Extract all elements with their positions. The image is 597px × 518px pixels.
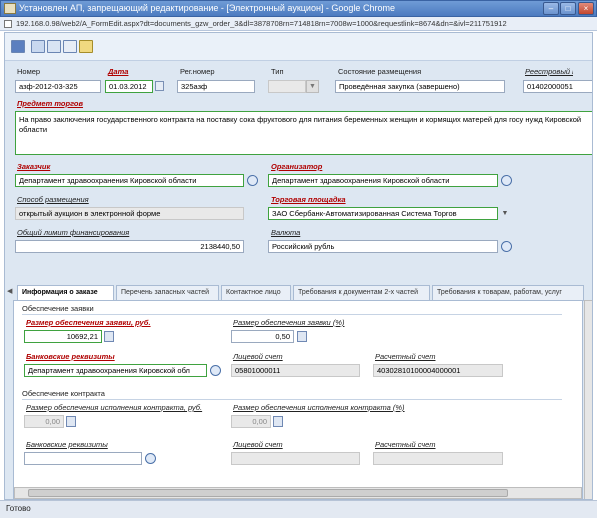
nomer-field[interactable]: азф-2012-03-325 bbox=[15, 80, 101, 93]
chevron-down-icon[interactable]: ▼ bbox=[499, 207, 511, 220]
calculator-icon[interactable] bbox=[273, 416, 283, 427]
ras-schet-field: 40302810100004000001 bbox=[373, 364, 503, 377]
k-lic-label: Лицевой счет bbox=[233, 440, 283, 449]
sostoyanie-label: Состояние размещения bbox=[338, 67, 422, 76]
page-content: Номер азф-2012-03-325 Дата 01.03.2012 Ре… bbox=[4, 32, 593, 500]
status-bar: Готово bbox=[0, 500, 597, 518]
data-label: Дата bbox=[108, 67, 129, 76]
lic-schet-label: Лицевой счет bbox=[233, 352, 283, 361]
k-razmer-pct-field: 0,00 bbox=[231, 415, 271, 428]
page-icon bbox=[4, 20, 12, 28]
window-title: Установлен АП, запрещающий редактировани… bbox=[19, 3, 395, 13]
regnomer-field[interactable]: 325азф bbox=[177, 80, 255, 93]
tip-label: Тип bbox=[271, 67, 284, 76]
razmer-rub-label: Размер обеспечения заявки, руб. bbox=[26, 318, 151, 327]
reestr-label: Реестровый номер bbox=[525, 67, 573, 76]
chevron-down-icon[interactable]: ▼ bbox=[306, 80, 319, 93]
tab-info[interactable]: Информация о заказе bbox=[17, 285, 114, 301]
lookup-icon[interactable] bbox=[145, 453, 156, 464]
address-bar[interactable]: 192.168.0.98/web2/A_FormEdit.aspx?dt=doc… bbox=[0, 17, 597, 31]
calculator-icon[interactable] bbox=[297, 331, 307, 342]
limit-label: Общий лимит финансирования bbox=[17, 228, 130, 237]
ploshadka-select[interactable]: ЗАО Сбербанк-Автоматизированная Система … bbox=[268, 207, 498, 220]
divider bbox=[22, 399, 562, 400]
app-icon bbox=[4, 3, 16, 14]
minimize-button[interactable]: – bbox=[543, 2, 559, 15]
k-ras-field bbox=[373, 452, 503, 465]
razmer-pct-label: Размер обеспечения заявки (%) bbox=[233, 318, 345, 327]
bank-label: Банковские реквизиты bbox=[26, 352, 115, 361]
export-icon[interactable] bbox=[63, 40, 77, 53]
section-title: Обеспечение заявки bbox=[22, 304, 94, 313]
data-field[interactable]: 01.03.2012 bbox=[105, 80, 153, 93]
tab-docs[interactable]: Требования к документам 2-х частей bbox=[293, 285, 430, 301]
close-button[interactable]: × bbox=[578, 2, 594, 15]
status-text: Готово bbox=[6, 504, 31, 513]
copy-icon[interactable] bbox=[47, 40, 61, 53]
limit-field[interactable]: 2138440,50 bbox=[15, 240, 244, 253]
lookup-icon[interactable] bbox=[247, 175, 258, 186]
lookup-icon[interactable] bbox=[501, 175, 512, 186]
tip-select[interactable] bbox=[268, 80, 306, 93]
razmer-rub-field[interactable]: 10692,21 bbox=[24, 330, 102, 343]
valuta-field[interactable]: Российский рубль bbox=[268, 240, 498, 253]
k-bank-field[interactable] bbox=[24, 452, 142, 465]
nomer-label: Номер bbox=[17, 67, 41, 76]
calculator-icon[interactable] bbox=[66, 416, 76, 427]
razmer-pct-field[interactable]: 0,50 bbox=[231, 330, 294, 343]
scroll-thumb[interactable] bbox=[28, 489, 508, 497]
lookup-icon[interactable] bbox=[210, 365, 221, 376]
lookup-icon[interactable] bbox=[501, 241, 512, 252]
maximize-button[interactable]: □ bbox=[560, 2, 576, 15]
tab-goods[interactable]: Требования к товарам, работам, услуг bbox=[432, 285, 584, 301]
divider bbox=[22, 314, 562, 315]
sposob-field: открытый аукцион в электронной форме bbox=[15, 207, 244, 220]
lic-schet-field: 05801000011 bbox=[231, 364, 360, 377]
valuta-label: Валюта bbox=[271, 228, 301, 237]
k-bank-label: Банковские реквизиты bbox=[26, 440, 108, 449]
tab-parts[interactable]: Перечень запасных частей bbox=[116, 285, 219, 301]
ras-schet-label: Расчетный счет bbox=[375, 352, 436, 361]
tab-contact[interactable]: Контактное лицо bbox=[221, 285, 291, 301]
k-razmer-rub-label: Размер обеспечения исполнения контракта,… bbox=[26, 403, 203, 412]
organizator-field[interactable]: Департамент здравоохранения Кировской об… bbox=[268, 174, 498, 187]
tab-scroll-left[interactable]: ◀ bbox=[7, 287, 15, 299]
k-lic-field bbox=[231, 452, 360, 465]
k-razmer-pct-label: Размер обеспечения исполнения контракта … bbox=[233, 403, 405, 412]
save-icon[interactable] bbox=[11, 40, 25, 53]
predmet-field[interactable]: На право заключения государственного кон… bbox=[15, 111, 592, 155]
sostoyanie-field: Проведённая закупка (завершено) bbox=[335, 80, 505, 93]
url-text[interactable]: 192.168.0.98/web2/A_FormEdit.aspx?dt=doc… bbox=[16, 19, 507, 28]
regnomer-label: Рег.номер bbox=[180, 67, 215, 76]
vertical-scrollbar[interactable] bbox=[584, 300, 592, 499]
transfer-icon[interactable] bbox=[31, 40, 45, 53]
tab-panel: Обеспечение заявки Размер обеспечения за… bbox=[13, 300, 583, 499]
calendar-icon[interactable] bbox=[155, 81, 164, 91]
form-toolbar bbox=[5, 33, 592, 61]
section-title: Обеспечение контракта bbox=[22, 389, 105, 398]
k-razmer-rub-field: 0,00 bbox=[24, 415, 64, 428]
zakazchik-field[interactable]: Департамент здравоохранения Кировской об… bbox=[15, 174, 244, 187]
sposob-label: Способ размещения bbox=[17, 195, 89, 204]
organizator-label: Организатор bbox=[271, 162, 323, 171]
window-titlebar: Установлен АП, запрещающий редактировани… bbox=[0, 0, 597, 17]
bank-field[interactable]: Департамент здравоохранения Кировской об… bbox=[24, 364, 207, 377]
reestr-field: 01402000051 bbox=[523, 80, 592, 93]
k-ras-label: Расчетный счет bbox=[375, 440, 436, 449]
calculator-icon[interactable] bbox=[104, 331, 114, 342]
attach-icon[interactable] bbox=[79, 40, 93, 53]
ploshadka-label: Торговая площадка bbox=[271, 195, 346, 204]
zakazchik-label: Заказчик bbox=[17, 162, 51, 171]
predmet-label: Предмет торгов bbox=[17, 99, 84, 108]
